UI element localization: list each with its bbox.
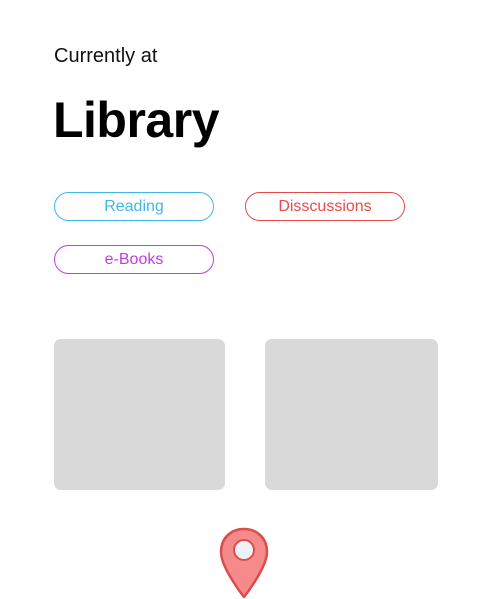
tag-discussions-button[interactable]: Disscussions <box>245 192 405 221</box>
location-subtitle: Currently at <box>54 45 158 67</box>
map-pin-center <box>233 539 255 561</box>
tag-ebooks-button[interactable]: e-Books <box>54 245 214 274</box>
tag-reading-button[interactable]: Reading <box>54 192 214 221</box>
content-card-right[interactable] <box>265 339 438 490</box>
page-title: Library <box>53 92 220 148</box>
map-pin-icon[interactable] <box>219 527 269 599</box>
content-card-left[interactable] <box>54 339 225 490</box>
